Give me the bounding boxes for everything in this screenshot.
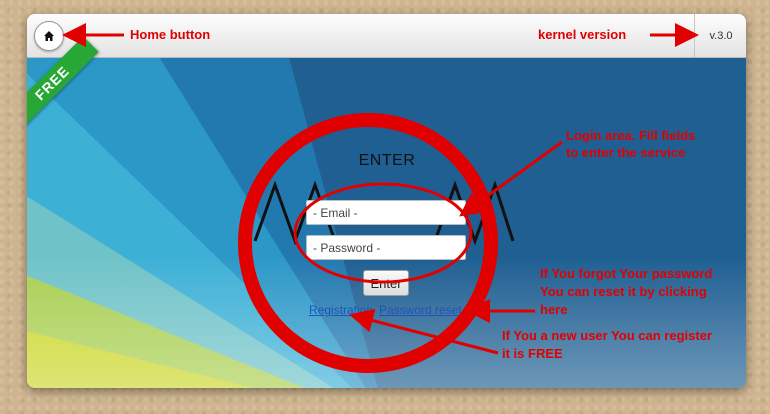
forgot-password-annotation-1: If You forgot Your password xyxy=(540,266,713,281)
kernel-version-annotation: kernel version xyxy=(538,27,627,42)
login-area-annotation-2: to enter the service xyxy=(566,145,686,160)
login-area-circle xyxy=(238,113,498,373)
login-area-annotation-1: Login area. Fill fields xyxy=(566,128,696,143)
home-button-annotation: Home button xyxy=(130,27,211,42)
login-fields-ellipse xyxy=(293,182,473,284)
annotation-overlay xyxy=(62,23,699,373)
forgot-password-annotation-3: here xyxy=(540,302,568,317)
annotation-arrows xyxy=(62,23,699,355)
new-user-annotation-2: it is FREE xyxy=(502,346,563,361)
forgot-password-annotation-2: You can reset it by clicking xyxy=(540,284,707,299)
new-user-annotation-1: If You a new user You can register xyxy=(502,328,712,343)
